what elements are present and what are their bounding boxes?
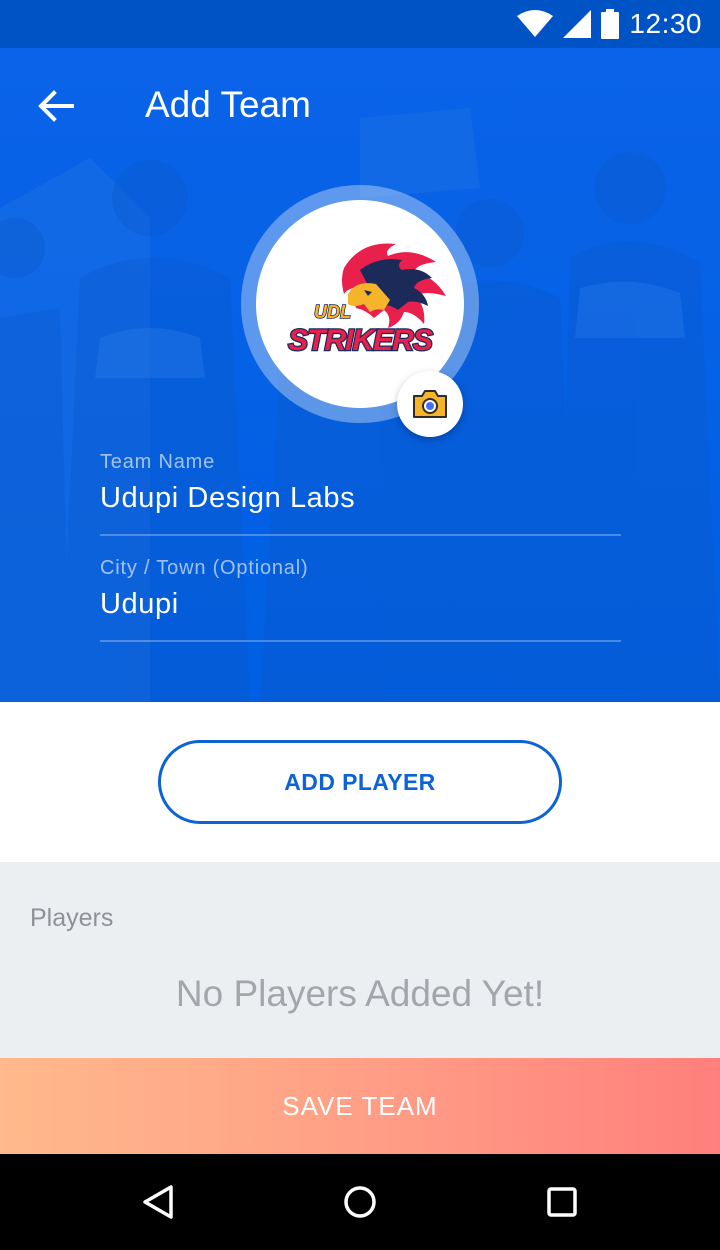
- status-bar: 12:30: [0, 0, 720, 48]
- status-icons: 12:30: [517, 8, 702, 40]
- save-team-button[interactable]: SAVE TEAM: [0, 1058, 720, 1154]
- team-logo-top-text: UDL: [314, 302, 351, 322]
- nav-home-icon: [344, 1186, 376, 1218]
- nav-home-button[interactable]: [336, 1178, 384, 1226]
- battery-icon: [601, 9, 620, 39]
- back-arrow-icon: [38, 90, 74, 122]
- app-bar: Add Team: [0, 48, 720, 164]
- add-player-button[interactable]: ADD PLAYER: [158, 740, 562, 824]
- nav-recents-icon: [547, 1187, 577, 1217]
- team-name-field[interactable]: Team Name Udupi Design Labs: [100, 448, 621, 536]
- back-button[interactable]: [28, 78, 84, 134]
- team-header: Add Team UDL STRIKERS Team Name Udupi De…: [0, 48, 720, 702]
- status-time: 12:30: [629, 8, 702, 39]
- city-input[interactable]: Udupi: [100, 584, 621, 624]
- city-field[interactable]: City / Town (Optional) Udupi: [100, 554, 621, 642]
- team-name-label: Team Name: [100, 451, 216, 473]
- nav-back-icon: [143, 1185, 173, 1219]
- change-logo-button[interactable]: [397, 371, 463, 437]
- team-logo-main-text: STRIKERS: [288, 324, 433, 357]
- wifi-icon: [517, 10, 554, 37]
- team-name-input[interactable]: Udupi Design Labs: [100, 478, 621, 518]
- nav-back-button[interactable]: [135, 1178, 183, 1226]
- players-section: Players No Players Added Yet!: [0, 862, 720, 1058]
- city-underline: [100, 640, 621, 642]
- add-player-section: ADD PLAYER: [0, 702, 720, 862]
- signal-icon: [563, 10, 592, 38]
- camera-icon: [413, 390, 447, 418]
- page-title: Add Team: [145, 84, 311, 125]
- players-heading: Players: [30, 904, 114, 932]
- city-label: City / Town (Optional): [100, 557, 309, 579]
- system-nav-bar: [0, 1154, 720, 1250]
- team-name-underline: [100, 534, 621, 536]
- nav-recents-button[interactable]: [538, 1178, 586, 1226]
- empty-players-message: No Players Added Yet!: [175, 973, 545, 1014]
